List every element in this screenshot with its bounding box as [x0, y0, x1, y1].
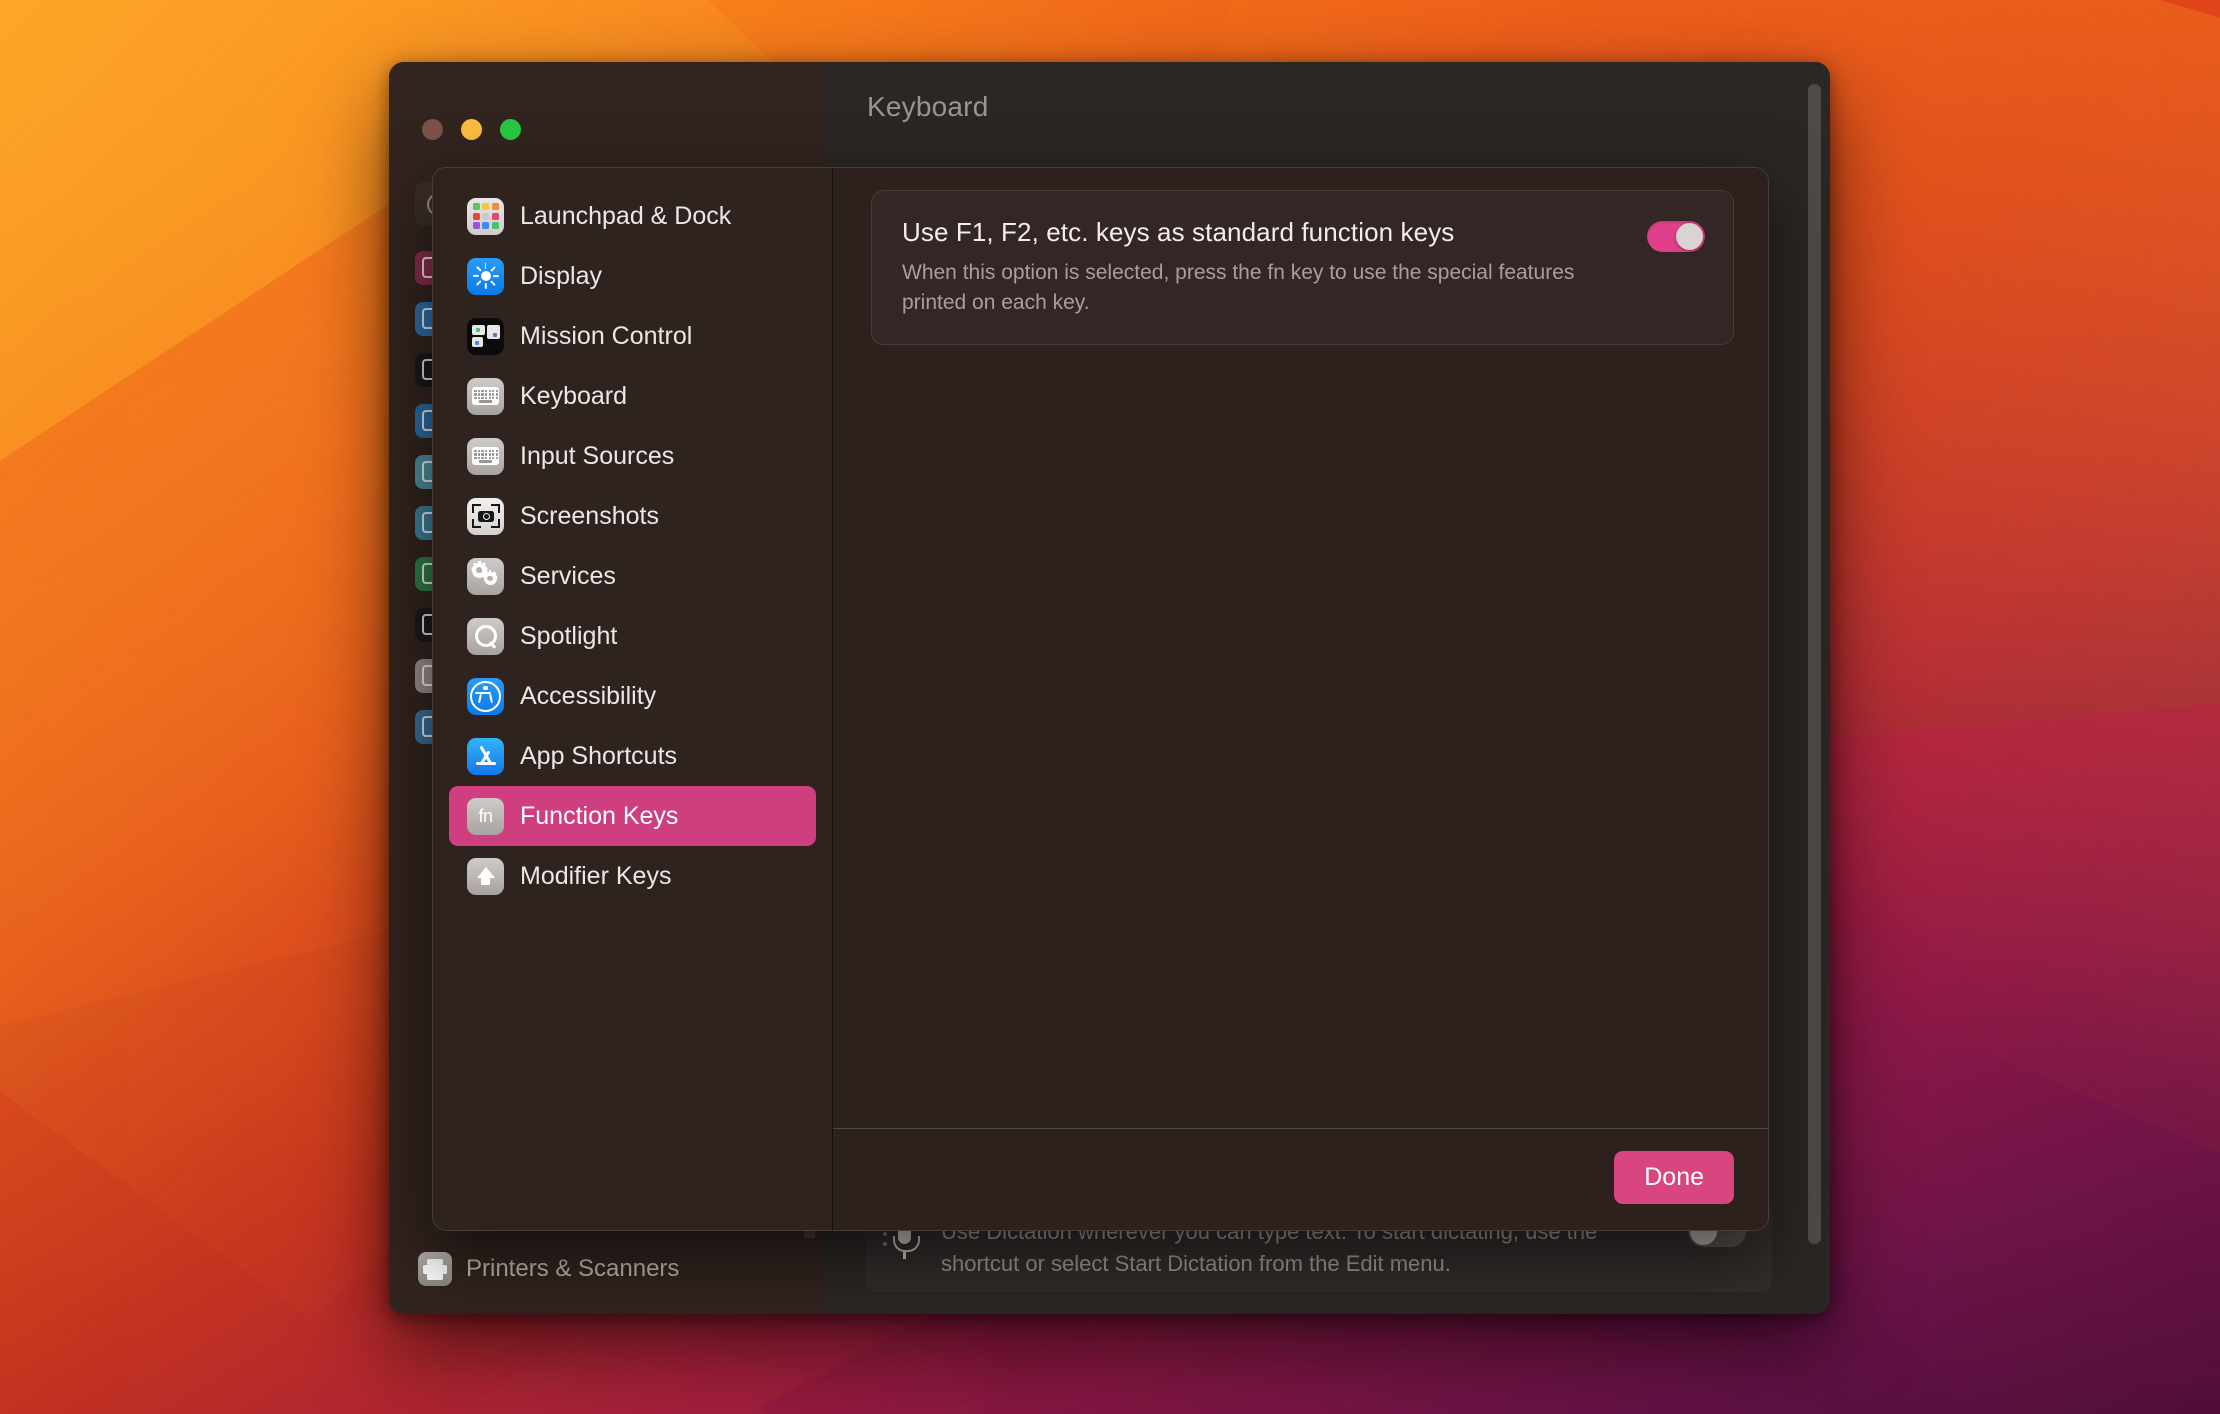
sheet-item-accessibility[interactable]: Accessibility — [449, 666, 816, 726]
sheet-item-services[interactable]: Services — [449, 546, 816, 606]
traffic-light-group — [422, 118, 521, 140]
sheet-item-label: Function Keys — [520, 801, 679, 830]
display-icon — [467, 257, 504, 295]
sheet-item-display[interactable]: Display — [449, 246, 816, 306]
sheet-item-input-sources[interactable]: Input Sources — [449, 426, 816, 486]
sheet-item-function-keys[interactable]: fn Function Keys — [449, 786, 816, 846]
sheet-item-app-shortcuts[interactable]: App Shortcuts — [449, 726, 816, 786]
sheet-item-spotlight[interactable]: Spotlight — [449, 606, 816, 666]
sheet-item-screenshots[interactable]: Screenshots — [449, 486, 816, 546]
sheet-footer: Done — [833, 1128, 1768, 1230]
option-description: When this option is selected, press the … — [902, 261, 1575, 314]
sheet-content: Use F1, F2, etc. keys as standard functi… — [833, 168, 1768, 1230]
toggle-knob — [1676, 223, 1703, 250]
sidebar-item-printers-scanners[interactable]: Printers & Scanners — [392, 1238, 822, 1300]
printer-icon — [418, 1252, 452, 1286]
window-titlebar — [389, 84, 823, 174]
content-scrollbar[interactable] — [1808, 84, 1821, 1244]
mission-control-icon — [467, 317, 504, 355]
sheet-item-label: Display — [520, 261, 602, 290]
input-sources-icon — [467, 437, 504, 475]
sheet-category-list: Launchpad & Dock Display Mission Control Ke… — [433, 168, 833, 1230]
launchpad-icon — [467, 197, 504, 235]
sheet-item-label: Input Sources — [520, 441, 675, 470]
sheet-item-launchpad-dock[interactable]: Launchpad & Dock — [449, 186, 816, 246]
function-keys-option-card: Use F1, F2, etc. keys as standard functi… — [871, 190, 1734, 345]
sheet-item-label: Keyboard — [520, 381, 628, 410]
sidebar-item-label: Printers & Scanners — [466, 1255, 680, 1282]
accessibility-icon — [467, 677, 504, 715]
sheet-item-label: Launchpad & Dock — [520, 201, 732, 230]
close-button[interactable] — [422, 118, 443, 140]
services-icon — [467, 557, 504, 595]
modifier-keys-icon — [467, 857, 504, 895]
sheet-item-keyboard[interactable]: Keyboard — [449, 366, 816, 426]
sheet-item-label: Spotlight — [520, 621, 618, 650]
sheet-item-label: App Shortcuts — [520, 741, 678, 770]
sheet-item-mission-control[interactable]: Mission Control — [449, 306, 816, 366]
sheet-item-label: Modifier Keys — [520, 861, 672, 890]
option-title: Use F1, F2, etc. keys as standard functi… — [902, 217, 1455, 247]
sheet-item-modifier-keys[interactable]: Modifier Keys — [449, 846, 816, 906]
page-title: Keyboard — [867, 91, 989, 122]
keyboard-icon — [467, 377, 504, 415]
keyboard-shortcuts-sheet: Launchpad & Dock Display Mission Control Ke… — [432, 167, 1769, 1231]
done-button[interactable]: Done — [1614, 1151, 1734, 1204]
function-keys-toggle[interactable] — [1647, 221, 1705, 252]
spotlight-icon — [467, 617, 504, 655]
minimize-button[interactable] — [461, 118, 482, 140]
sheet-item-label: Mission Control — [520, 321, 693, 350]
screenshots-icon — [467, 497, 504, 535]
sheet-item-label: Screenshots — [520, 501, 659, 530]
fn-icon: fn — [467, 797, 504, 835]
sheet-main-area: Use F1, F2, etc. keys as standard functi… — [833, 168, 1768, 1128]
app-shortcuts-icon — [467, 737, 504, 775]
sheet-item-label: Services — [520, 561, 616, 590]
sheet-item-label: Accessibility — [520, 681, 657, 710]
maximize-button[interactable] — [500, 118, 521, 140]
